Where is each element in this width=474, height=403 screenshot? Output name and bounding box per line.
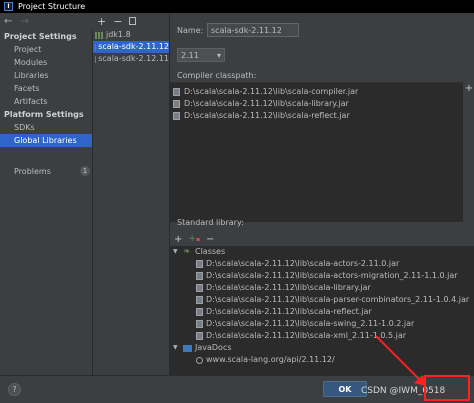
add-library-button[interactable]: + [97, 15, 106, 28]
class-jar-item[interactable]: D:\scala\scala-2.11.12\lib\scala-library… [170, 282, 474, 294]
name-label: Name: [177, 25, 204, 35]
window-title: Project Structure [18, 2, 86, 11]
add-root-button[interactable]: + [174, 234, 182, 245]
jar-file-icon [196, 296, 203, 304]
copy-library-icon[interactable] [129, 17, 137, 25]
dialog-button-bar: ? OK CSDN @IWM_0518 [0, 375, 474, 403]
standard-library-toolbar: + +▪ − [174, 233, 214, 245]
forward-arrow-icon[interactable]: → [20, 16, 28, 28]
expand-arrow-icon[interactable]: ▼ [173, 246, 180, 258]
platform-settings-heading: Platform Settings [4, 110, 84, 119]
problems-label: Problems [14, 166, 51, 176]
navigation-arrows: ← → [4, 16, 29, 28]
remove-library-button[interactable]: − [113, 15, 122, 28]
globe-icon [196, 356, 203, 364]
class-jar-item[interactable]: D:\scala\scala-2.11.12\lib\scala-actors-… [170, 258, 474, 270]
classpath-item[interactable]: D:\scala\scala-2.11.12\lib\scala-compile… [170, 86, 463, 98]
chevron-down-icon: ▾ [216, 50, 221, 60]
add-classpath-button[interactable]: + [465, 83, 473, 94]
version-value: 2.11 [181, 50, 199, 60]
standard-library-tree[interactable]: ▼ ❧ Classes D:\scala\scala-2.11.12\lib\s… [170, 246, 474, 375]
tree-node-classes[interactable]: ▼ ❧ Classes [170, 246, 474, 258]
expand-arrow-icon[interactable]: ▼ [173, 342, 180, 354]
library-item-scala-2-11-12[interactable]: scala-sdk-2.11.12 [93, 41, 169, 53]
problems-count-badge: 1 [80, 166, 90, 176]
sidebar-item-sdks[interactable]: SDKs [0, 121, 92, 134]
jar-file-icon [173, 100, 180, 108]
sidebar-item-libraries[interactable]: Libraries [0, 69, 92, 82]
javadoc-url-item[interactable]: www.scala-lang.org/api/2.11.12/ [170, 354, 474, 366]
library-name-input[interactable] [207, 23, 299, 37]
tree-node-javadocs[interactable]: ▼ JavaDocs [170, 342, 474, 354]
classpath-item[interactable]: D:\scala\scala-2.11.12\lib\scala-reflect… [170, 110, 463, 122]
settings-sidebar: Project Settings Project Modules Librari… [0, 30, 93, 375]
class-jar-item[interactable]: D:\scala\scala-2.11.12\lib\scala-parser-… [170, 294, 474, 306]
javadocs-root-icon [183, 344, 192, 352]
back-arrow-icon[interactable]: ← [4, 16, 12, 28]
title-bar: I Project Structure [0, 0, 474, 13]
library-name: jdk1.8 [106, 30, 131, 39]
jar-file-icon [196, 272, 203, 280]
classpath-item[interactable]: D:\scala\scala-2.11.12\lib\scala-library… [170, 98, 463, 110]
jar-file-icon [196, 320, 203, 328]
class-jar-item[interactable]: D:\scala\scala-2.11.12\lib\scala-actors-… [170, 270, 474, 282]
sidebar-item-project[interactable]: Project [0, 43, 92, 56]
jar-file-icon [173, 88, 180, 96]
library-details-panel: Name: 2.11 ▾ Compiler classpath: D:\scal… [170, 13, 474, 375]
intellij-app-icon: I [4, 2, 13, 11]
project-settings-heading: Project Settings [4, 32, 77, 41]
sidebar-item-modules[interactable]: Modules [0, 56, 92, 69]
class-jar-item[interactable]: D:\scala\scala-2.11.12\lib\scala-swing_2… [170, 318, 474, 330]
class-jar-item[interactable]: D:\scala\scala-2.11.12\lib\scala-xml_2.1… [170, 330, 474, 342]
name-row: Name: [177, 23, 299, 37]
class-jar-item[interactable]: D:\scala\scala-2.11.12\lib\scala-reflect… [170, 306, 474, 318]
jar-file-icon [196, 332, 203, 340]
classes-root-icon: ❧ [183, 247, 191, 257]
help-button[interactable]: ? [8, 383, 21, 396]
sidebar-item-global-libraries[interactable]: Global Libraries [0, 134, 92, 147]
global-libraries-list-panel: + − jdk1.8 scala-sdk-2.11.12 scala-sdk-2… [93, 13, 170, 375]
jar-file-icon [196, 284, 203, 292]
jdk-library-icon [95, 31, 103, 39]
standard-library-label: Standard library: [177, 218, 244, 227]
classpath-side-tools: + [464, 83, 474, 94]
scala-version-select[interactable]: 2.11 ▾ [177, 48, 225, 62]
jar-file-icon [196, 308, 203, 316]
compiler-classpath-list[interactable]: D:\scala\scala-2.11.12\lib\scala-compile… [170, 82, 463, 222]
sidebar-item-problems[interactable]: Problems 1 [0, 164, 93, 178]
library-name: scala-sdk-2.12.11 [98, 54, 169, 63]
library-item-scala-2-12-11[interactable]: scala-sdk-2.12.11 [93, 53, 169, 65]
sidebar-item-artifacts[interactable]: Artifacts [0, 95, 92, 108]
jar-file-icon [173, 112, 180, 120]
jar-file-icon [196, 260, 203, 268]
remove-root-button[interactable]: − [206, 234, 214, 245]
compiler-classpath-label: Compiler classpath: [177, 71, 257, 80]
sidebar-item-facets[interactable]: Facets [0, 82, 92, 95]
add-alt-icon[interactable]: +▪ [188, 234, 200, 244]
library-name: scala-sdk-2.11.12 [98, 42, 169, 51]
annotation-highlight-box [424, 375, 470, 401]
library-item-jdk[interactable]: jdk1.8 [93, 29, 169, 41]
libraries-toolbar: + − [93, 13, 169, 29]
